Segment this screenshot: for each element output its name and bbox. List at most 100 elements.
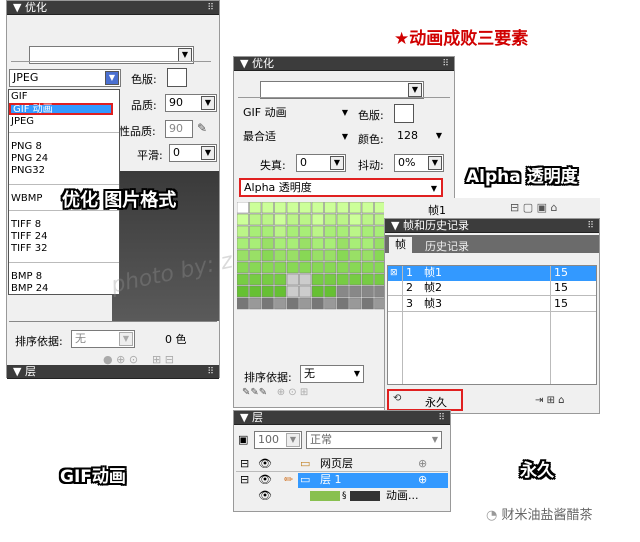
color-swatch[interactable] — [236, 273, 249, 286]
color-swatch[interactable] — [336, 201, 349, 214]
color-swatch[interactable] — [274, 285, 287, 298]
color-swatch[interactable] — [261, 273, 274, 286]
color-swatch[interactable] — [286, 225, 299, 238]
color-swatch[interactable] — [311, 273, 324, 286]
frame-delay[interactable]: 15 — [554, 297, 568, 311]
format-option[interactable]: BMP 24 — [11, 284, 48, 294]
trash-icon[interactable]: ⌂ — [551, 201, 558, 214]
panel-grip-icon[interactable]: ⠿ — [207, 1, 214, 15]
color-swatch[interactable] — [336, 213, 349, 226]
color-swatch[interactable] — [249, 285, 262, 298]
color-swatch[interactable] — [324, 213, 337, 226]
format-option[interactable]: TIFF 8 — [11, 220, 41, 230]
color-swatch[interactable] — [349, 261, 362, 274]
color-swatch[interactable] — [336, 261, 349, 274]
left-layers-title[interactable]: ▼ 层 ⠿ — [7, 365, 219, 379]
frame-checkbox-icon[interactable]: ⊠ — [390, 266, 398, 280]
eye-icon[interactable]: 👁 — [258, 473, 272, 487]
color-swatch[interactable] — [286, 285, 299, 298]
color-swatch[interactable] — [299, 213, 312, 226]
color-swatch[interactable] — [274, 249, 287, 262]
color-swatch[interactable] — [361, 249, 374, 262]
color-swatch[interactable] — [361, 261, 374, 274]
color-swatch[interactable] — [324, 225, 337, 238]
color-swatch[interactable] — [249, 249, 262, 262]
unlock-icon[interactable]: ⊙ — [288, 387, 296, 398]
color-swatch[interactable] — [311, 225, 324, 238]
colors-select[interactable]: 128 ▼ — [394, 128, 444, 146]
color-swatch[interactable] — [349, 273, 362, 286]
color-swatch[interactable] — [349, 225, 362, 238]
color-swatch[interactable] — [286, 237, 299, 250]
layer-object-row[interactable]: 👁 § 动画... — [236, 489, 448, 504]
color-swatch[interactable] — [349, 237, 362, 250]
format-option[interactable]: PNG32 — [11, 166, 45, 176]
palette-swatch[interactable] — [167, 68, 187, 87]
blend-mode-select[interactable]: 正常 ▼ — [306, 431, 442, 449]
color-swatch[interactable] — [286, 261, 299, 274]
opacity-field[interactable]: 100 ▼ — [254, 431, 302, 449]
color-swatch[interactable] — [261, 285, 274, 298]
color-swatch[interactable] — [349, 285, 362, 298]
frame-row-selected[interactable]: ⊠ 1 帧1 15 — [388, 266, 596, 281]
frame-delay[interactable]: 15 — [554, 266, 568, 280]
color-swatch[interactable] — [286, 201, 299, 214]
format-option[interactable]: TIFF 32 — [11, 244, 47, 254]
color-swatch[interactable] — [249, 225, 262, 238]
add-icon[interactable]: ⊞ — [300, 387, 308, 398]
color-swatch[interactable] — [236, 237, 249, 250]
color-swatch[interactable] — [336, 225, 349, 238]
loss-field[interactable]: 0 ▼ — [296, 154, 346, 172]
panel-grip-icon[interactable]: ⠿ — [207, 365, 214, 379]
color-swatch[interactable] — [236, 297, 249, 310]
frame-row[interactable]: 2 帧2 15 — [388, 281, 596, 296]
color-swatch[interactable] — [261, 237, 274, 250]
panel-grip-icon[interactable]: ⠿ — [442, 57, 449, 71]
collapse-icon[interactable]: ⊟ — [240, 457, 249, 471]
color-swatch[interactable] — [324, 273, 337, 286]
color-swatch[interactable] — [311, 261, 324, 274]
color-swatch[interactable] — [299, 285, 312, 298]
color-swatch[interactable] — [236, 201, 249, 214]
format-option[interactable]: PNG 24 — [11, 154, 48, 164]
eye-icon[interactable]: 👁 — [258, 457, 272, 471]
format-option[interactable]: GIF — [11, 92, 27, 102]
tab-frames[interactable]: 帧 — [389, 237, 412, 253]
layers-panel-title[interactable]: ▼ 层 ⠿ — [234, 411, 450, 425]
left-panel-title[interactable]: ▼ 优化 ⠿ — [7, 1, 219, 15]
share-layer-icon[interactable]: ⊕ — [418, 473, 427, 487]
format-option[interactable]: TIFF 24 — [11, 232, 47, 242]
frame-row[interactable]: 3 帧3 15 — [388, 297, 596, 312]
color-swatch[interactable] — [361, 297, 374, 310]
color-swatch[interactable] — [324, 297, 337, 310]
format-select[interactable]: GIF 动画 ▼ — [240, 105, 350, 123]
color-swatch[interactable] — [299, 237, 312, 250]
format-select[interactable]: JPEG ▼ — [9, 69, 121, 87]
color-swatch[interactable] — [299, 249, 312, 262]
color-swatch[interactable] — [336, 285, 349, 298]
color-swatch[interactable] — [249, 261, 262, 274]
color-swatch[interactable] — [361, 285, 374, 298]
sort-select[interactable]: 无 ▼ — [300, 365, 364, 383]
panel-grip-icon[interactable]: ⠿ — [587, 219, 594, 233]
color-swatch[interactable] — [299, 201, 312, 214]
swatch-grid-svg[interactable] — [236, 201, 387, 310]
color-swatch[interactable] — [261, 261, 274, 274]
color-swatch[interactable] — [274, 273, 287, 286]
color-swatch[interactable] — [311, 201, 324, 214]
color-swatch[interactable] — [361, 213, 374, 226]
tab-history[interactable]: 历史记录 — [419, 238, 475, 254]
color-swatch[interactable] — [274, 261, 287, 274]
color-swatch[interactable] — [349, 213, 362, 226]
color-swatch[interactable] — [261, 213, 274, 226]
color-swatch[interactable] — [324, 237, 337, 250]
color-swatch[interactable] — [311, 285, 324, 298]
color-swatch[interactable] — [261, 201, 274, 214]
format-option-highlighted[interactable]: GIF 动画 — [9, 103, 113, 115]
onion-skin-icon[interactable]: ⊟ — [510, 201, 519, 214]
color-swatch[interactable] — [261, 297, 274, 310]
color-swatch[interactable] — [349, 249, 362, 262]
panel-grip-icon[interactable]: ⠿ — [438, 411, 445, 425]
color-swatch[interactable] — [349, 297, 362, 310]
layer-row[interactable]: ⊟ 👁 ▭ 网页层 ⊕ — [236, 457, 448, 472]
